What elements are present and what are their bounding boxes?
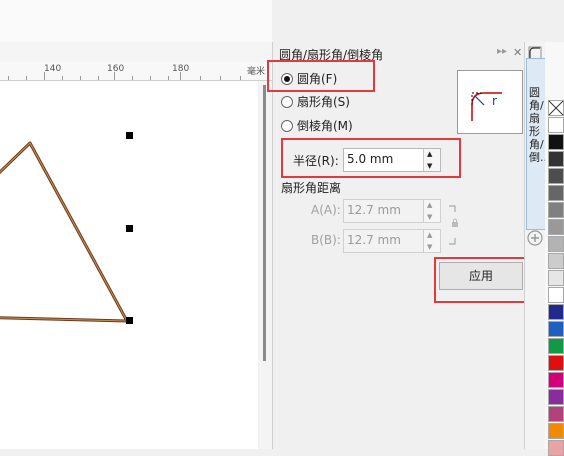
fillet-docker-panel: 圆角/扇形角/倒棱角 ▸▸ ✕ 圆角(F) 扇形角(S) 倒棱角(M) r 半径… xyxy=(267,42,532,449)
ruler-label: 180 xyxy=(172,64,190,74)
color-swatch[interactable] xyxy=(548,321,564,337)
distance-a-label: A(A): xyxy=(311,203,341,217)
color-swatch[interactable] xyxy=(548,440,564,456)
distance-b-value[interactable]: 12.7 mm xyxy=(347,233,401,247)
color-swatch[interactable] xyxy=(548,151,564,167)
selection-handle-middle xyxy=(126,225,133,232)
ruler-tick xyxy=(8,76,9,80)
color-swatch[interactable] xyxy=(548,304,564,320)
distance-a-increase-icon[interactable]: ▲ xyxy=(427,201,432,209)
ruler-tick xyxy=(80,76,81,80)
svg-text:r: r xyxy=(492,94,497,108)
radio-chamfer[interactable] xyxy=(281,120,293,132)
ruler-unit: 毫米 xyxy=(247,67,266,77)
ruler-tick xyxy=(168,76,169,80)
corner-preview: r xyxy=(457,70,523,134)
color-swatch[interactable] xyxy=(548,389,564,405)
triangle-shape xyxy=(0,141,129,323)
add-docker-icon[interactable] xyxy=(527,230,543,246)
no-color-swatch-icon[interactable] xyxy=(548,100,564,116)
scrollbar-thumb[interactable] xyxy=(263,85,266,361)
ruler-tick xyxy=(132,76,133,80)
link-bracket-icon[interactable] xyxy=(447,204,461,248)
color-swatch[interactable] xyxy=(548,168,564,184)
drawing-canvas[interactable] xyxy=(0,81,258,449)
highlight-radius-field xyxy=(281,138,461,178)
toolbar-area xyxy=(0,0,272,43)
ruler-tick xyxy=(26,76,27,80)
ruler-tick xyxy=(150,76,151,80)
color-swatch[interactable] xyxy=(548,202,564,218)
color-swatch[interactable] xyxy=(548,338,564,354)
color-swatch[interactable] xyxy=(548,185,564,201)
canvas-drawing xyxy=(0,132,133,324)
radio-chamfer-label[interactable]: 倒棱角(M) xyxy=(297,117,353,134)
color-swatch[interactable] xyxy=(548,134,564,150)
color-swatch[interactable] xyxy=(548,236,564,252)
color-swatch[interactable] xyxy=(548,287,564,303)
vertical-scrollbar[interactable] xyxy=(259,81,272,449)
distance-b-label: B(B): xyxy=(311,233,341,247)
color-swatch[interactable] xyxy=(548,117,564,133)
distance-group-label: 扇形角距离 xyxy=(281,181,342,195)
horizontal-ruler[interactable]: 140 160 180 毫米 xyxy=(0,62,272,81)
ruler-label: 140 xyxy=(44,64,62,74)
highlight-fillet-option xyxy=(267,60,375,92)
docker-tab-label: 圆角/扇形角/倒... xyxy=(529,86,551,164)
distance-a-value[interactable]: 12.7 mm xyxy=(347,203,401,217)
color-swatch[interactable] xyxy=(548,406,564,422)
color-swatch[interactable] xyxy=(548,270,564,286)
radio-scallop[interactable] xyxy=(281,96,293,108)
distance-b-decrease-icon[interactable]: ▼ xyxy=(427,243,432,251)
ruler-tick xyxy=(200,76,201,80)
color-swatch[interactable] xyxy=(548,372,564,388)
color-swatch[interactable] xyxy=(548,253,564,269)
distance-a-decrease-icon[interactable]: ▼ xyxy=(427,213,432,221)
highlight-apply-button xyxy=(434,257,532,303)
selection-handle-bottom xyxy=(126,317,133,324)
color-swatch[interactable] xyxy=(548,219,564,235)
distance-b-increase-icon[interactable]: ▲ xyxy=(427,231,432,239)
ruler-tick xyxy=(220,76,221,80)
ruler-tick xyxy=(240,76,241,80)
property-bar xyxy=(0,42,272,62)
preview-graphic: r xyxy=(471,92,502,121)
distance-a-stepper[interactable]: 12.7 mm ▲ ▼ xyxy=(343,199,441,223)
panel-expand-icon[interactable]: ▸▸ xyxy=(497,46,507,57)
selection-handle-top xyxy=(126,132,133,139)
color-swatch[interactable] xyxy=(548,355,564,371)
ruler-tick xyxy=(62,76,63,80)
radio-scallop-label[interactable]: 扇形角(S) xyxy=(297,93,350,110)
panel-close-icon[interactable]: ✕ xyxy=(513,46,522,59)
ruler-tick xyxy=(98,76,99,80)
color-swatch[interactable] xyxy=(548,423,564,439)
ruler-label: 160 xyxy=(107,64,125,74)
distance-b-stepper[interactable]: 12.7 mm ▲ ▼ xyxy=(343,229,441,253)
